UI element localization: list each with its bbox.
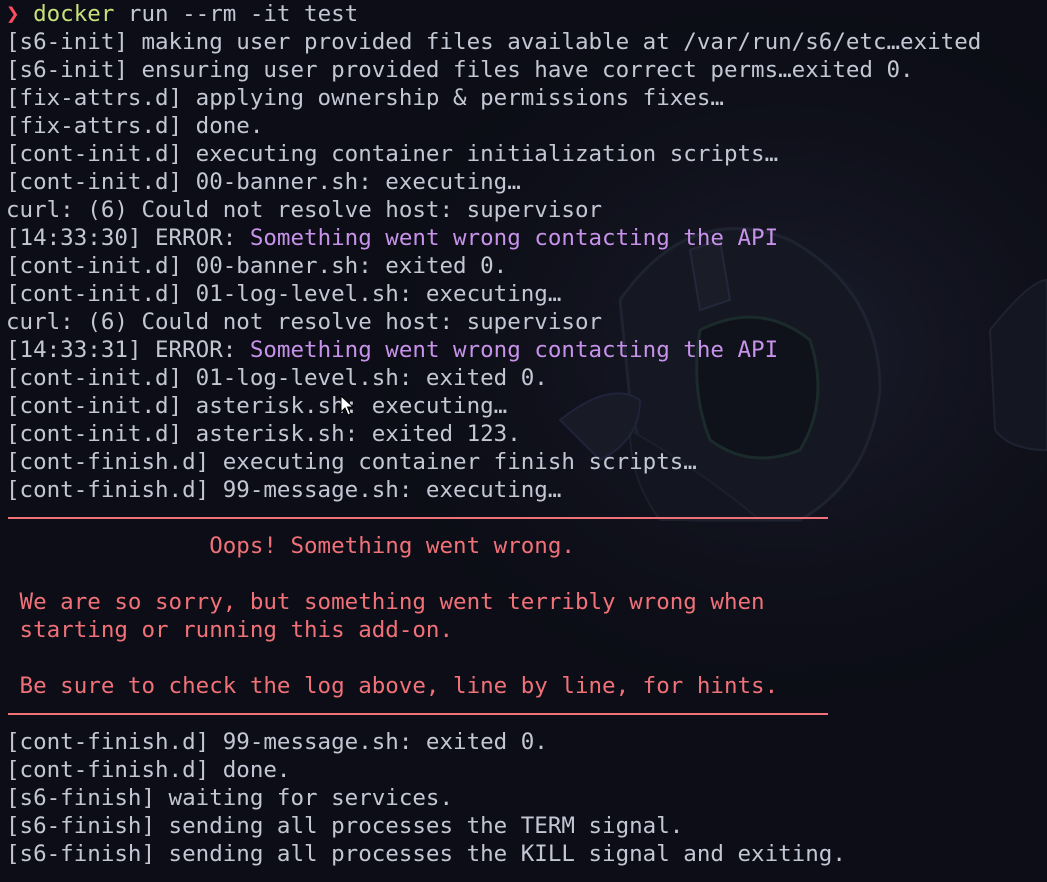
log-line: curl: (6) Could not resolve host: superv… — [6, 309, 603, 335]
log-line: [cont-finish.d] 99-message.sh: exited 0. — [6, 729, 548, 755]
log-line: [cont-finish.d] done. — [6, 757, 291, 783]
banner-body: We are so sorry, but something went terr… — [6, 589, 765, 615]
log-line: [s6-finish] sending all processes the TE… — [6, 813, 684, 839]
command-name: docker — [33, 1, 115, 27]
log-line: [cont-finish.d] executing container fini… — [6, 449, 697, 475]
error-prefix: [14:33:31] ERROR: — [6, 337, 250, 363]
prompt-line: ❯ docker run --rm -it test — [6, 0, 981, 28]
log-line: [cont-init.d] asterisk.sh: executing… — [6, 393, 508, 419]
error-line: [14:33:31] ERROR: Something went wrong c… — [6, 336, 981, 364]
error-line: [14:33:30] ERROR: Something went wrong c… — [6, 224, 981, 252]
log-line: curl: (6) Could not resolve host: superv… — [6, 197, 603, 223]
error-message: Something went wrong contacting the API — [249, 225, 779, 251]
banner-body: starting or running this add-on. — [6, 617, 454, 643]
log-line: [s6-init] making user provided files ava… — [6, 29, 982, 55]
banner-top-divider — [6, 504, 981, 532]
error-message: Something went wrong contacting the API — [249, 337, 779, 363]
banner-bottom-divider — [6, 700, 981, 728]
banner-title: Oops! Something went wrong. — [6, 533, 575, 559]
terminal-output: ❯ docker run --rm -it test [s6-init] mak… — [6, 0, 981, 868]
log-line: [cont-finish.d] 99-message.sh: executing… — [6, 477, 562, 503]
terminal-window[interactable]: ❯ docker run --rm -it test [s6-init] mak… — [0, 0, 1047, 882]
log-line: [s6-init] ensuring user provided files h… — [6, 57, 914, 83]
log-line: [fix-attrs.d] done. — [6, 113, 264, 139]
prompt-arrow-icon: ❯ — [6, 1, 20, 27]
log-line: [cont-init.d] executing container initia… — [6, 141, 779, 167]
log-line: [fix-attrs.d] applying ownership & permi… — [6, 85, 724, 111]
command-args: run --rm -it test — [114, 1, 359, 27]
banner-hint: Be sure to check the log above, line by … — [6, 673, 779, 699]
log-line: [s6-finish] sending all processes the KI… — [6, 841, 846, 867]
log-line: [cont-init.d] 01-log-level.sh: exited 0. — [6, 365, 548, 391]
log-line: [cont-init.d] asterisk.sh: exited 123. — [6, 421, 521, 447]
log-line: [cont-init.d] 00-banner.sh: exited 0. — [6, 253, 508, 279]
error-prefix: [14:33:30] ERROR: — [6, 225, 250, 251]
log-line: [cont-init.d] 01-log-level.sh: executing… — [6, 281, 562, 307]
mouse-pointer-icon — [340, 395, 354, 416]
log-line: [s6-finish] waiting for services. — [6, 785, 454, 811]
log-line: [cont-init.d] 00-banner.sh: executing… — [6, 169, 521, 195]
